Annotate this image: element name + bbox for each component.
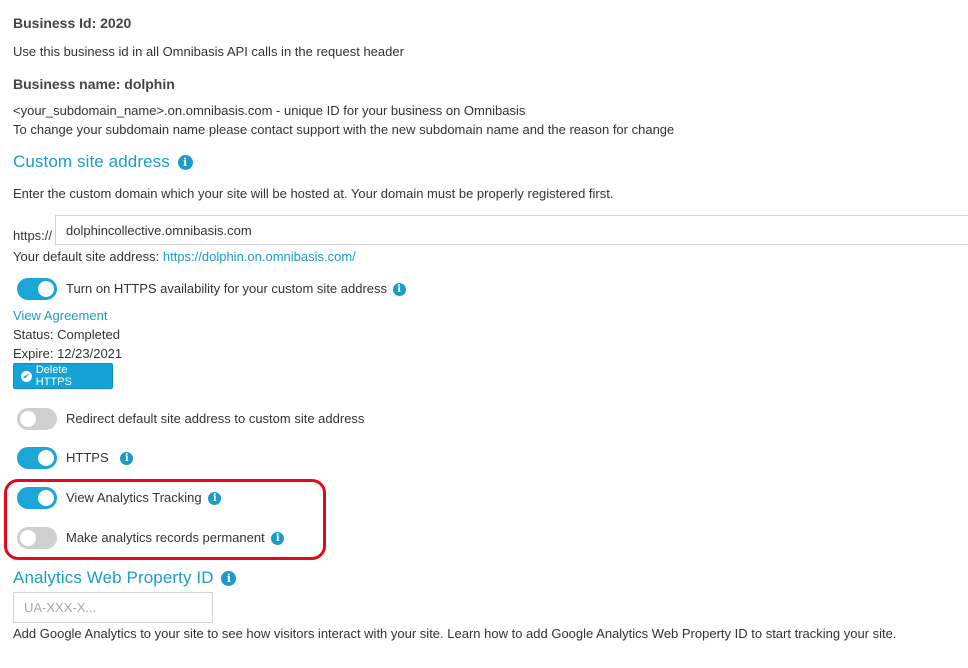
- toggle-knob: [38, 281, 54, 297]
- https-availability-toggle[interactable]: [17, 278, 57, 300]
- delete-https-label: Delete HTTPS: [35, 364, 72, 388]
- https-status: Status: Completed: [13, 327, 120, 342]
- redirect-label: Redirect default site address to custom …: [66, 411, 365, 426]
- analytics-property-input[interactable]: [13, 592, 213, 623]
- analytics-description: Add Google Analytics to your site to see…: [13, 626, 897, 641]
- https-label: HTTPS: [66, 450, 109, 465]
- https-expire: Expire: 12/23/2021: [13, 346, 123, 361]
- highlight-box: [4, 479, 326, 560]
- view-agreement-link[interactable]: View Agreement: [13, 308, 107, 323]
- analytics-heading-text: Analytics Web Property ID: [13, 568, 214, 587]
- https-toggle[interactable]: [17, 447, 57, 469]
- https-availability-label: Turn on HTTPS availability for your cust…: [66, 281, 388, 296]
- redirect-toggle[interactable]: [17, 408, 57, 430]
- custom-site-description: Enter the custom domain which your site …: [13, 186, 614, 201]
- default-site-label: Your default site address:: [13, 249, 160, 264]
- https-availability-row: Turn on HTTPS availability for your cust…: [66, 281, 406, 297]
- info-icon[interactable]: i: [392, 283, 406, 297]
- info-icon[interactable]: i: [120, 452, 134, 466]
- custom-site-heading-text: Custom site address: [13, 152, 170, 171]
- custom-domain-input[interactable]: [55, 215, 968, 245]
- toggle-knob: [20, 411, 36, 427]
- toggle-knob: [38, 450, 54, 466]
- subdomain-change-info: To change your subdomain name please con…: [13, 122, 675, 137]
- https-prefix: https://: [13, 228, 53, 243]
- subdomain-info: <your_subdomain_name>.on.omnibasis.com -…: [13, 103, 526, 118]
- business-name-label: Business name: dolphin: [13, 76, 175, 92]
- default-site-address: Your default site address: https://dolph…: [13, 249, 356, 264]
- https-row: HTTPS i: [66, 450, 134, 466]
- business-id-label: Business Id: 2020: [13, 15, 132, 31]
- custom-site-heading: Custom site address i: [13, 152, 193, 172]
- default-site-link[interactable]: https://dolphin.on.omnibasis.com/: [163, 249, 356, 264]
- check-circle-icon: ✔: [21, 370, 32, 382]
- business-id-description: Use this business id in all Omnibasis AP…: [13, 44, 404, 59]
- info-icon[interactable]: i: [177, 155, 193, 171]
- info-icon[interactable]: i: [221, 571, 237, 587]
- delete-https-button[interactable]: ✔ Delete HTTPS: [13, 363, 113, 389]
- analytics-heading: Analytics Web Property ID i: [13, 568, 237, 588]
